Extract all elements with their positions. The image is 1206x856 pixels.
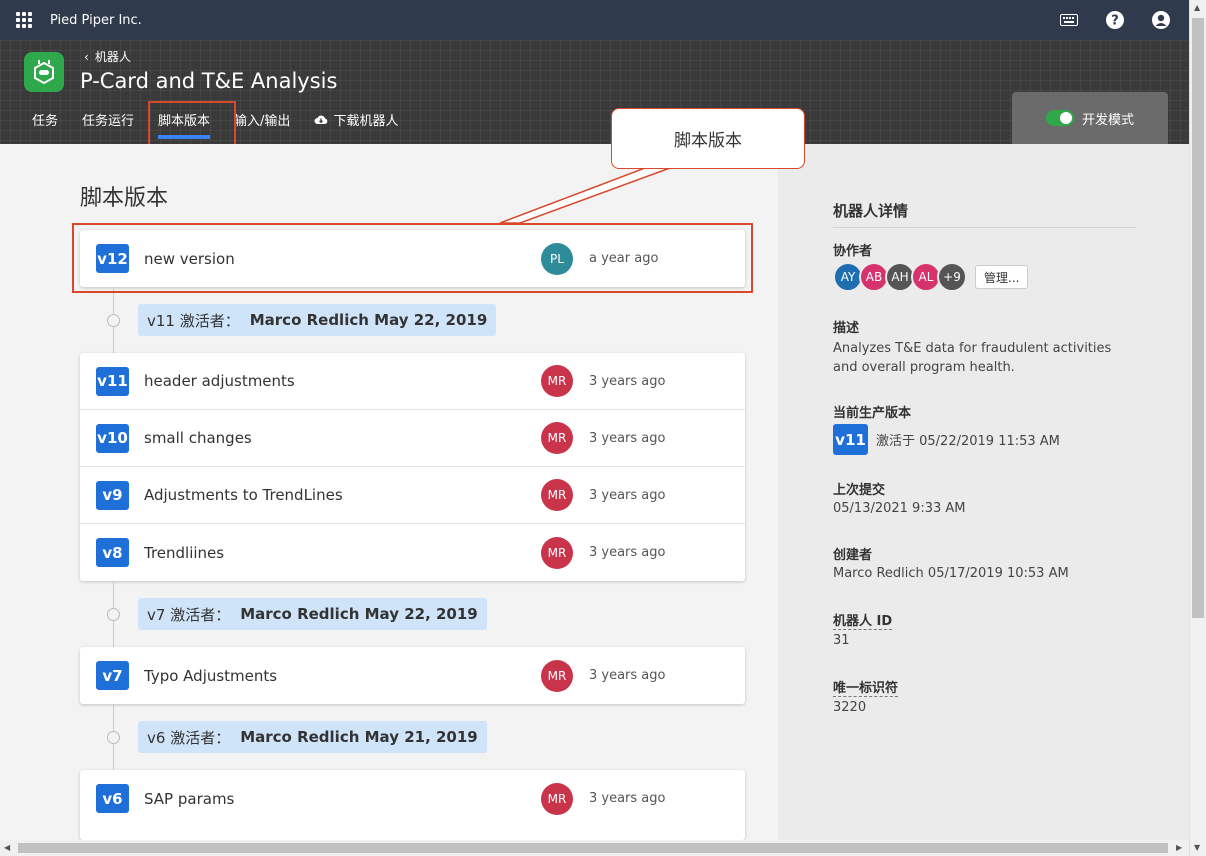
version-time: 3 years ago <box>589 668 666 683</box>
svg-text:?: ? <box>1111 14 1119 29</box>
uid-label-wrap: 唯一标识符 <box>833 677 899 697</box>
version-row[interactable]: v6 SAP params MR 3 years ago <box>80 770 745 827</box>
version-badge: v11 <box>96 366 129 396</box>
version-card: v11 header adjustments MR 3 years ago v1… <box>80 353 745 581</box>
dev-mode-toggle[interactable] <box>1045 110 1074 126</box>
uid-label: 唯一标识符 <box>833 681 899 697</box>
version-badge: v8 <box>96 538 129 567</box>
bot-id-label-wrap: 机器人 ID <box>833 610 893 630</box>
scroll-down-arrow-icon[interactable]: ▼ <box>1194 843 1200 852</box>
chevron-left-icon: ‹ <box>84 49 89 64</box>
tab-download-bot[interactable]: 下载机器人 <box>306 102 406 136</box>
dev-mode-panel: 开发模式 <box>1012 92 1168 144</box>
version-badge: v6 <box>96 784 129 813</box>
version-message: Trendliines <box>144 543 225 562</box>
bot-id-value: 31 <box>833 633 850 648</box>
version-time: 3 years ago <box>589 487 666 503</box>
activation-detail: Marco Redlich May 21, 2019 <box>240 728 478 746</box>
version-message: header adjustments <box>144 372 295 390</box>
cloud-download-icon <box>314 115 328 124</box>
creator-label: 创建者 <box>833 548 873 563</box>
keyboard-icon[interactable] <box>1057 8 1081 32</box>
horizontal-scroll-thumb[interactable] <box>18 843 1168 853</box>
version-row[interactable]: v10 small changes MR 3 years ago <box>80 410 745 467</box>
version-message: Adjustments to TrendLines <box>144 486 343 504</box>
scroll-up-arrow-icon[interactable]: ▲ <box>1194 3 1200 12</box>
version-row[interactable]: v7 Typo Adjustments MR 3 years ago <box>80 647 745 704</box>
vertical-scroll-thumb[interactable] <box>1192 18 1204 618</box>
version-time: 3 years ago <box>589 373 666 389</box>
section-title: 脚本版本 <box>80 186 169 211</box>
prod-version-text: 激活于 05/22/2019 11:53 AM <box>876 434 1060 449</box>
tab-download-bot-label: 下载机器人 <box>333 113 399 129</box>
activation-label: v7 激活者： Marco Redlich May 22, 2019 <box>138 598 487 630</box>
avatar: MR <box>541 365 573 397</box>
version-card: v6 SAP params MR 3 years ago <box>80 770 745 840</box>
tab-tasks[interactable]: 任务 <box>24 102 66 136</box>
more-collaborators-badge[interactable]: +9 <box>937 262 967 292</box>
activation-label: v6 激活者： Marco Redlich May 21, 2019 <box>138 721 487 753</box>
sidebar-title: 机器人详情 <box>833 200 1136 228</box>
avatar: MR <box>541 782 573 815</box>
activation-prefix: v7 激活者： <box>147 605 231 624</box>
bot-details-sidebar: 机器人详情 协作者 AY AB AH AL +9 管理... 描述 Analyz… <box>778 144 1189 840</box>
version-badge: v7 <box>96 661 129 690</box>
breadcrumb-link-bots[interactable]: 机器人 <box>95 48 131 65</box>
activation-prefix: v11 激活者： <box>147 311 240 330</box>
version-row[interactable]: v9 Adjustments to TrendLines MR 3 years … <box>80 467 745 524</box>
version-time: 3 years ago <box>589 791 666 806</box>
scroll-right-arrow-icon[interactable]: ▶ <box>1176 843 1182 852</box>
version-badge: v9 <box>96 480 129 510</box>
version-time: 3 years ago <box>589 430 666 446</box>
avatar: MR <box>541 422 573 454</box>
timeline-dot <box>107 731 120 744</box>
collaborators-label: 协作者 <box>833 244 873 259</box>
callout-bubble: 脚本版本 <box>611 108 805 169</box>
activation-prefix: v6 激活者： <box>147 728 231 747</box>
last-commit-value: 05/13/2021 9:33 AM <box>833 501 966 516</box>
activation-label: v11 激活者： Marco Redlich May 22, 2019 <box>138 304 497 336</box>
version-message: small changes <box>144 429 252 447</box>
timeline-dot <box>107 608 120 621</box>
org-name[interactable]: Pied Piper Inc. <box>50 13 142 28</box>
creator-value: Marco Redlich 05/17/2019 10:53 AM <box>833 566 1069 581</box>
avatar: MR <box>541 479 573 511</box>
version-row[interactable]: v11 header adjustments MR 3 years ago <box>80 353 745 410</box>
page-title: P-Card and T&E Analysis <box>80 69 338 93</box>
avatar: MR <box>541 659 573 692</box>
bot-logo-icon <box>24 52 64 92</box>
version-card: v7 Typo Adjustments MR 3 years ago <box>80 647 745 704</box>
bot-id-label: 机器人 ID <box>833 614 893 630</box>
description-label: 描述 <box>833 321 860 336</box>
app-grid-icon[interactable] <box>16 12 32 28</box>
version-message: Typo Adjustments <box>144 666 278 685</box>
help-icon[interactable]: ? <box>1103 8 1127 32</box>
version-badge[interactable]: v11 <box>833 424 868 455</box>
version-badge: v10 <box>96 423 129 453</box>
version-row[interactable]: v8 Trendliines MR 3 years ago <box>80 524 745 581</box>
dev-mode-label: 开发模式 <box>1081 112 1134 128</box>
last-commit-label: 上次提交 <box>833 483 886 498</box>
tab-input-output[interactable]: 输入/输出 <box>226 102 298 136</box>
version-time: 3 years ago <box>589 545 666 560</box>
top-bar: Pied Piper Inc. ? <box>0 0 1189 40</box>
uid-value: 3220 <box>833 700 867 715</box>
version-message: SAP params <box>144 789 235 808</box>
vertical-scrollbar[interactable]: ▲ ▼ <box>1189 0 1206 856</box>
avatar: MR <box>541 536 573 569</box>
row-highlight-box <box>72 223 753 293</box>
prod-version-label: 当前生产版本 <box>833 406 912 421</box>
manage-collaborators-button[interactable]: 管理... <box>975 265 1029 289</box>
activation-detail: Marco Redlich May 22, 2019 <box>249 311 488 329</box>
activation-detail: Marco Redlich May 22, 2019 <box>240 605 478 623</box>
prod-version: v11 激活于 05/22/2019 11:53 AM <box>833 424 1060 455</box>
tab-task-runs[interactable]: 任务运行 <box>74 102 142 136</box>
scroll-left-arrow-icon[interactable]: ◀ <box>4 843 10 852</box>
timeline-dot <box>107 314 120 327</box>
user-account-icon[interactable] <box>1149 8 1173 32</box>
description-text: Analyzes T&E data for fraudulent activit… <box>833 341 1112 375</box>
horizontal-scrollbar[interactable]: ◀ ▶ <box>0 840 1189 856</box>
breadcrumb[interactable]: ‹ 机器人 <box>84 48 131 65</box>
collaborators-list: AY AB AH AL +9 管理... <box>833 262 1029 292</box>
